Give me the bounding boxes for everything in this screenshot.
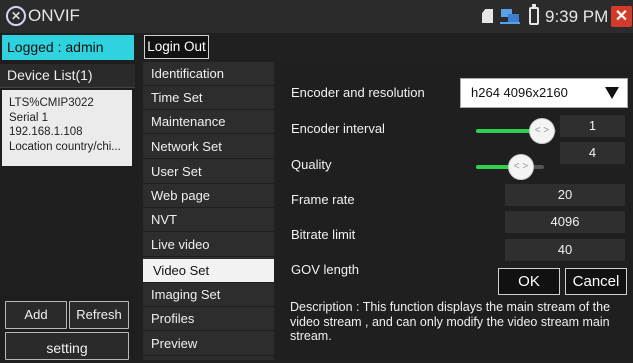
quality-thumb[interactable]: < > (508, 154, 534, 180)
cancel-button[interactable]: Cancel (565, 268, 627, 295)
status-bar: ✕ ONVIF 9:39 PM ✕ (0, 0, 633, 33)
bitrate-limit-value[interactable]: 4096 (505, 211, 625, 233)
onvif-logo-icon: ✕ (6, 6, 26, 26)
encoder-resolution-value: h264 4096x2160 (471, 85, 568, 100)
menu-item-maintenance[interactable]: Maintenance (143, 110, 274, 134)
gov-length-label: GOV length (291, 262, 359, 277)
add-button[interactable]: Add (5, 301, 67, 329)
dropdown-arrow-icon (605, 87, 619, 99)
quality-value[interactable]: 4 (560, 142, 625, 164)
clock: 9:39 PM (545, 7, 609, 26)
menu-item-video-set[interactable]: Video Set (143, 259, 274, 283)
frame-rate-label: Frame rate (291, 192, 355, 207)
close-icon[interactable]: ✕ (611, 6, 632, 27)
menu-item-profiles[interactable]: Profiles (143, 307, 274, 331)
device-serial: Serial 1 (9, 111, 48, 124)
ok-button[interactable]: OK (498, 268, 560, 295)
app-title: ONVIF (28, 6, 80, 25)
settings-menu: Identification Time Set Maintenance Netw… (143, 62, 274, 360)
login-out-button[interactable]: Login Out (144, 35, 209, 59)
encoder-interval-label: Encoder interval (291, 121, 385, 136)
quality-label: Quality (291, 157, 332, 172)
encoder-interval-value[interactable]: 1 (560, 115, 625, 137)
menu-item-time-set[interactable]: Time Set (143, 86, 274, 110)
menu-item-user-set[interactable]: User Set (143, 160, 274, 184)
menu-item-identification[interactable]: Identification (143, 62, 274, 86)
device-name: LTS%CMIP3022 (9, 97, 94, 109)
gov-length-value[interactable]: 40 (505, 239, 625, 261)
encoder-resolution-label: Encoder and resolution (291, 85, 425, 100)
encoder-interval-thumb[interactable]: < > (529, 118, 555, 144)
device-ip: 192.168.1.108 (9, 126, 83, 138)
setting-button[interactable]: setting (5, 332, 129, 360)
device-list-header: Device List(1) (0, 64, 135, 88)
logged-in-status: Logged : admin (2, 35, 134, 60)
menu-item-web-page[interactable]: Web page (143, 184, 274, 208)
device-list-item[interactable]: LTS%CMIP3022 Serial 1 192.168.1.108 Loca… (2, 90, 132, 166)
description-text: Description : This function displays the… (290, 300, 611, 343)
menu-item-live-video[interactable]: Live video (143, 233, 274, 257)
network-icon (500, 9, 520, 24)
encoder-resolution-select[interactable]: h264 4096x2160 (460, 78, 628, 108)
menu-item-nvt[interactable]: NVT (143, 208, 274, 232)
bitrate-limit-label: Bitrate limit (291, 227, 356, 242)
menu-item-imaging-set[interactable]: Imaging Set (143, 283, 274, 307)
frame-rate-value[interactable]: 20 (505, 184, 625, 206)
refresh-button[interactable]: Refresh (69, 301, 129, 329)
menu-item-preview[interactable]: Preview (143, 332, 274, 356)
sd-card-icon (482, 9, 493, 23)
menu-item-network-set[interactable]: Network Set (143, 135, 274, 159)
device-location: Location country/chi... (9, 140, 121, 153)
battery-icon (529, 4, 539, 25)
